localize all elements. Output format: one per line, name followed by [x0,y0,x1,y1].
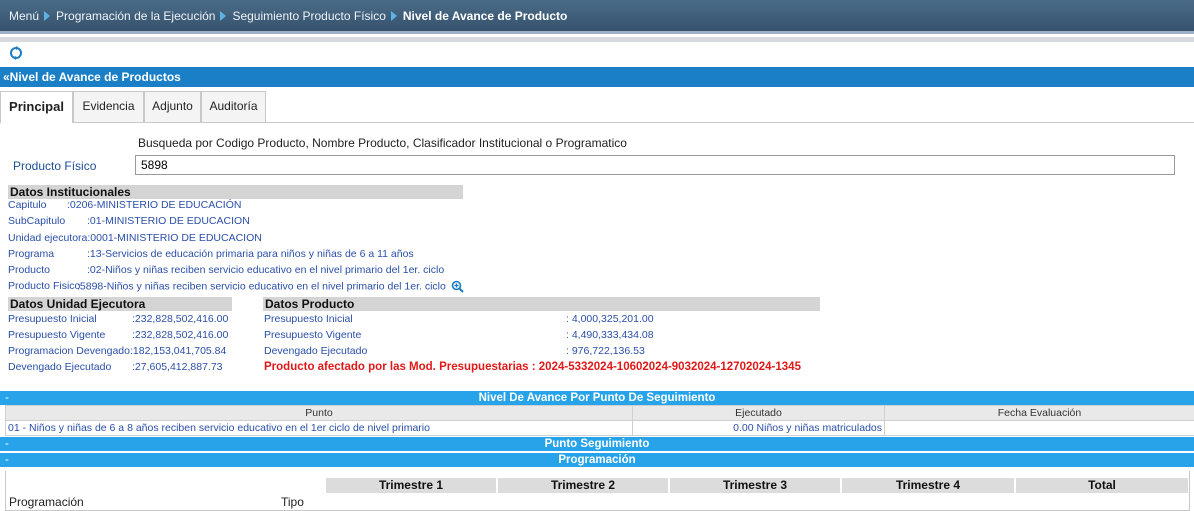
breadcrumb-arrow-icon [44,11,50,21]
column-header-ejecutado: Ejecutado [633,406,885,421]
nivel-avance-table: Punto Ejecutado Fecha Evaluación 01 - Ni… [5,405,1194,436]
capitulo-value: :0206-MINISTERIO DE EDUCACIÓN [67,199,241,211]
breadcrumb-arrow-icon [391,11,397,21]
prod-devengado-ejecutado-row: Devengado Ejecutado: 976,722,136.53 [264,345,645,358]
column-header-total: Total [1016,478,1188,493]
table-header-row: Punto Ejecutado Fecha Evaluación [6,406,1194,421]
producto-fisico-row: Producto Fisico:5898-Niños y niñas recib… [8,280,464,293]
subcapitulo-value: :01-MINISTERIO DE EDUCACION [87,215,250,227]
programa-row: Programa:13-Servicios de educación prima… [8,248,414,261]
ue-programacion-devengado-row: Programacion Devengado:182,153,041,705.8… [8,345,226,358]
zoom-in-icon[interactable] [451,280,464,293]
breadcrumb-arrow-icon [220,11,226,21]
producto-fisico-value: :5898-Niños y niñas reciben servicio edu… [77,280,446,292]
programacion-row-label: Programación [9,495,84,509]
column-header-trimestre-4: Trimestre 4 [842,478,1014,493]
datos-producto-header: Datos Producto [263,297,820,311]
subcapitulo-row: SubCapitulo:01-MINISTERIO DE EDUCACION [8,215,250,228]
producto-value: :02-Niños y niñas reciben servicio educa… [87,264,444,276]
producto-row: Producto:02-Niños y niñas reciben servic… [8,264,444,277]
tab-adjunto[interactable]: Adjunto [144,91,201,122]
prod-presupuesto-inicial-label: Presupuesto Inicial [264,313,566,326]
ue-presupuesto-vigente-label: Presupuesto Vigente [8,329,132,342]
prod-presupuesto-inicial-value: : 4,000,325,201.00 [566,313,654,325]
ue-presupuesto-inicial-label: Presupuesto Inicial [8,313,132,326]
ue-presupuesto-vigente-value: :232,828,502,416.00 [132,329,228,341]
ue-programacion-devengado-value: :182,153,041,705.84 [130,345,226,357]
ue-presupuesto-inicial-row: Presupuesto Inicial:232,828,502,416.00 [8,313,228,326]
breadcrumb: Menú Programación de la Ejecución Seguim… [0,0,1194,34]
programacion-title: Programación [558,454,635,466]
datos-unidad-ejecutora-header: Datos Unidad Ejecutora [8,297,232,311]
ue-devengado-ejecutado-row: Devengado Ejecutado:27,605,412,887.73 [8,361,223,374]
collapse-toggle[interactable]: - [5,391,9,405]
column-header-trimestre-1: Trimestre 1 [326,478,496,493]
capitulo-label: Capitulo [8,199,67,212]
programa-value: :13-Servicios de educación primaria para… [87,248,414,260]
collapse-toggle[interactable]: - [5,437,9,451]
prod-presupuesto-vigente-value: : 4,490,333,434.08 [566,329,654,341]
cell-punto[interactable]: 01 - Niños y niñas de 6 a 8 años reciben… [6,421,633,436]
producto-fisico-input[interactable] [135,155,1175,175]
breadcrumb-menu[interactable]: Menú [9,9,39,23]
ue-presupuesto-vigente-row: Presupuesto Vigente:232,828,502,416.00 [8,329,228,342]
nivel-avance-header[interactable]: - Nivel De Avance Por Punto De Seguimien… [0,391,1194,405]
capitulo-row: Capitulo:0206-MINISTERIO DE EDUCACIÓN [8,199,241,212]
prod-devengado-ejecutado-label: Devengado Ejecutado [264,345,566,358]
breadcrumb-current: Nivel de Avance de Producto [403,9,568,23]
table-row[interactable]: 01 - Niños y niñas de 6 a 8 años reciben… [6,421,1194,436]
mod-presupuestarias-alert: Producto afectado por las Mod. Presupues… [264,361,801,373]
prod-presupuesto-vigente-row: Presupuesto Vigente: 4,490,333,434.08 [264,329,654,342]
subcapitulo-label: SubCapitulo [8,215,87,228]
column-header-fecha: Fecha Evaluación [885,406,1194,421]
unidad-ejecutora-label: Unidad ejecutora [8,232,87,245]
search-hint: Busqueda por Codigo Producto, Nombre Pro… [138,136,627,150]
breadcrumb-seguimiento[interactable]: Seguimiento Producto Físico [232,9,385,23]
producto-label: Producto [8,264,87,277]
ue-devengado-ejecutado-label: Devengado Ejecutado [8,361,132,374]
collapse-toggle[interactable]: - [5,453,9,467]
ue-programacion-devengado-label: Programacion Devengado [8,345,130,358]
column-header-punto: Punto [6,406,633,421]
cell-ejecutado: 0.00 Niños y niñas matriculados [633,421,885,436]
ue-presupuesto-inicial-value: :232,828,502,416.00 [132,313,228,325]
tab-evidencia[interactable]: Evidencia [73,91,144,122]
programa-label: Programa [8,248,87,261]
nivel-avance-title: Nivel De Avance Por Punto De Seguimiento [479,392,716,404]
unidad-ejecutora-value: :0001-MINISTERIO DE EDUCACION [87,232,261,244]
ue-devengado-ejecutado-value: :27,605,412,887.73 [132,361,223,373]
tab-strip: Principal Evidencia Adjunto Auditoría [0,87,1194,123]
producto-fisico-row-label: Producto Fisico [8,280,77,293]
cell-fecha [885,421,1194,436]
tipo-label: Tipo [281,495,304,509]
breadcrumb-programacion[interactable]: Programación de la Ejecución [56,9,215,23]
unidad-ejecutora-row: Unidad ejecutora:0001-MINISTERIO DE EDUC… [8,232,262,245]
programacion-header[interactable]: - Programación [0,453,1194,467]
section-title[interactable]: «Nivel de Avance de Productos [0,67,1194,87]
producto-fisico-label: Producto Físico [13,159,96,173]
punto-seguimiento-header[interactable]: - Punto Seguimiento [0,437,1194,451]
prod-devengado-ejecutado-value: : 976,722,136.53 [566,345,645,357]
prod-presupuesto-vigente-label: Presupuesto Vigente [264,329,566,342]
prod-presupuesto-inicial-row: Presupuesto Inicial: 4,000,325,201.00 [264,313,654,326]
toolbar-divider [0,37,1194,42]
refresh-icon[interactable] [9,46,23,60]
column-header-trimestre-2: Trimestre 2 [498,478,668,493]
tab-principal[interactable]: Principal [0,91,73,123]
column-header-trimestre-3: Trimestre 3 [670,478,840,493]
punto-seguimiento-title: Punto Seguimiento [545,438,650,450]
tab-auditoria[interactable]: Auditoría [201,91,266,122]
datos-institucionales-header: Datos Institucionales [8,185,463,199]
